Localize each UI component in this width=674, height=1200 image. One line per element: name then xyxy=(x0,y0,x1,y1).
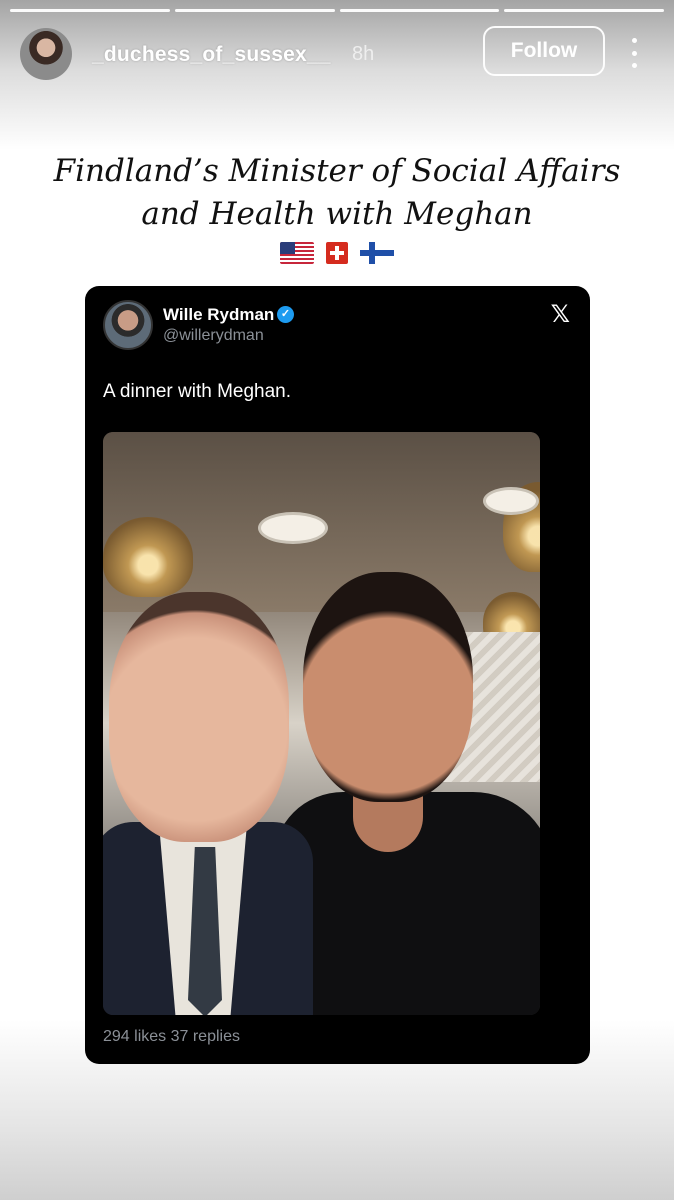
photo-ceiling-light xyxy=(483,487,539,515)
caption-line-1: Findland’s Minister of Social Affairs xyxy=(53,153,621,189)
follow-button[interactable]: Follow xyxy=(483,26,605,76)
timestamp: 8h xyxy=(352,43,375,65)
verified-badge-icon: ✓ xyxy=(277,306,294,323)
caption-line-2: and Health with Meghan xyxy=(141,196,533,232)
story-progress-bar xyxy=(10,9,664,12)
story-caption: Findland’s Minister of Social Affairs an… xyxy=(0,150,674,236)
tweet-stats: 294 likes 37 replies xyxy=(103,1028,240,1045)
tweet-author-avatar xyxy=(103,300,153,350)
profile-avatar[interactable] xyxy=(20,28,72,80)
flag-ch-icon xyxy=(326,242,348,264)
tweet-text: A dinner with Meghan. xyxy=(103,381,292,402)
tweet-photo xyxy=(103,432,540,1015)
photo-ceiling-light xyxy=(258,512,328,544)
username[interactable]: _duchess_of_sussex__ xyxy=(92,43,331,67)
flags-row xyxy=(0,242,674,264)
progress-segment xyxy=(174,9,335,12)
photo-lamp-left xyxy=(103,517,193,597)
story-header: _duchess_of_sussex__ 8h Follow xyxy=(20,26,654,82)
progress-segment xyxy=(339,9,500,12)
flag-fi-icon xyxy=(360,242,394,264)
tweet-author-name: Wille Rydman xyxy=(163,305,275,324)
photo-man-head xyxy=(109,592,289,842)
tweet-card[interactable]: Wille Rydman ✓ @willerydman 𝕏 A dinner w… xyxy=(85,286,590,1064)
photo-woman-head xyxy=(303,572,473,802)
progress-segment xyxy=(10,9,170,12)
tweet-author-handle: @willerydman xyxy=(163,327,264,344)
x-logo-icon: 𝕏 xyxy=(550,300,570,328)
flag-us-icon xyxy=(280,242,314,264)
progress-segment xyxy=(504,9,664,12)
more-vertical-icon[interactable] xyxy=(628,38,640,68)
